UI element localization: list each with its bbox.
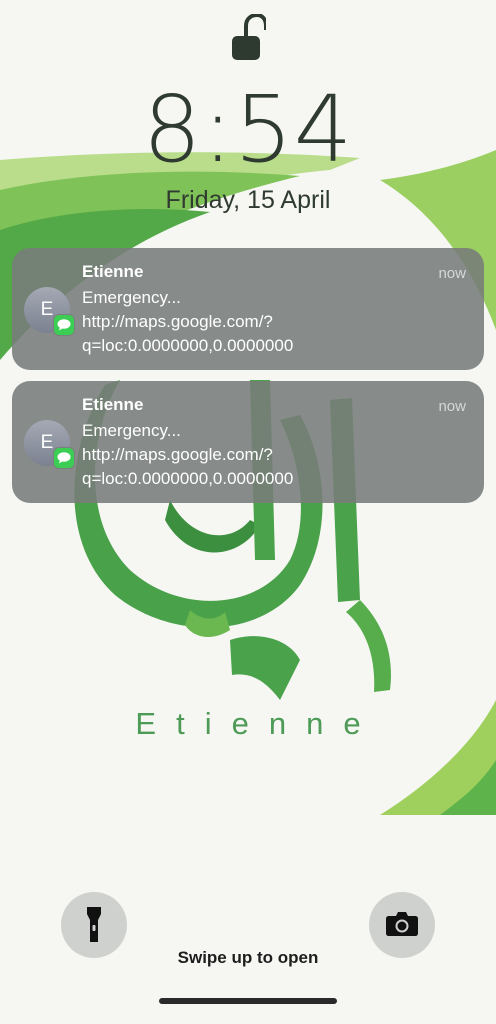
notification-line: http://maps.google.com/? bbox=[82, 445, 273, 464]
home-indicator[interactable] bbox=[159, 998, 337, 1004]
notification-card[interactable]: E Etienne now Emergency... http://maps.g… bbox=[12, 248, 484, 370]
notification-line: http://maps.google.com/? bbox=[82, 312, 273, 331]
notification-line: q=loc:0.0000000,0.0000000 bbox=[82, 336, 294, 355]
notification-body: Emergency... http://maps.google.com/? q=… bbox=[82, 419, 293, 491]
notification-card[interactable]: E Etienne now Emergency... http://maps.g… bbox=[12, 381, 484, 503]
notification-time: now bbox=[438, 398, 466, 415]
notification-line: Emergency... bbox=[82, 288, 181, 307]
unlocked-padlock-icon bbox=[232, 14, 266, 60]
notification-line: Emergency... bbox=[82, 421, 181, 440]
lockscreen-date: Friday, 15 April bbox=[165, 186, 331, 214]
messages-icon bbox=[53, 447, 75, 469]
notification-line: q=loc:0.0000000,0.0000000 bbox=[82, 469, 294, 488]
notification-sender: Etienne bbox=[82, 395, 144, 414]
wallpaper-brand-text: Etienne bbox=[135, 706, 381, 741]
lockscreen-clock: 8:54 bbox=[142, 76, 354, 183]
swipe-up-hint: Swipe up to open bbox=[177, 948, 319, 967]
messages-icon bbox=[53, 314, 75, 336]
notification-sender: Etienne bbox=[82, 262, 144, 281]
notification-time: now bbox=[438, 265, 466, 282]
notification-body: Emergency... http://maps.google.com/? q=… bbox=[82, 286, 293, 358]
